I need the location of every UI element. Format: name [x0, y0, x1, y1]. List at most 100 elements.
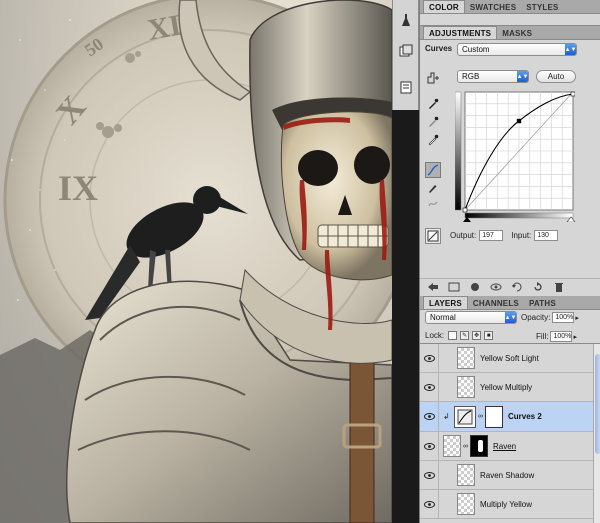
reset-icon[interactable] — [531, 281, 545, 293]
artwork-illustration: XII X IX 50 — [0, 0, 392, 523]
tab-paths[interactable]: PATHS — [524, 297, 561, 309]
chain-link-icon[interactable]: ∞ — [463, 443, 468, 450]
blend-mode-value: Normal — [430, 313, 456, 322]
chevron-updown-icon: ▲▼ — [517, 71, 528, 82]
chevron-updown-icon: ▲▼ — [565, 44, 576, 55]
layer-thumbnail — [457, 493, 475, 515]
return-to-list-icon[interactable] — [426, 281, 440, 293]
curves-header: Curves — [425, 44, 452, 53]
layer-mask-thumbnail[interactable] — [470, 435, 488, 457]
fill-row: Fill: 100% ▸ — [536, 331, 577, 342]
artwork-canvas[interactable]: XII X IX 50 — [0, 0, 392, 523]
tab-swatches[interactable]: SWATCHES — [465, 1, 521, 13]
eye-icon[interactable] — [420, 431, 439, 461]
brush-presets-icon[interactable] — [397, 12, 415, 30]
lock-all-icon[interactable]: ■ — [484, 331, 494, 340]
input-label: Input: — [511, 231, 532, 240]
layer-name: Yellow Soft Light — [480, 353, 539, 363]
tab-adjustments[interactable]: ADJUSTMENTS — [423, 26, 498, 39]
curves-title: Curves — [425, 44, 453, 53]
history-icon[interactable] — [397, 78, 415, 96]
layer-row[interactable]: Yellow Multiply — [420, 372, 593, 402]
curves-adjustment-icon — [454, 405, 476, 428]
on-image-adjust-icon[interactable] — [425, 70, 441, 86]
layer-mask-thumbnail[interactable] — [485, 405, 503, 428]
curves-preset-select[interactable]: Custom ▲▼ — [457, 43, 577, 56]
layer-row[interactable]: Raven Shadow — [420, 460, 593, 490]
curve-points-tool-icon[interactable] — [425, 162, 441, 178]
gray-eyedropper-icon[interactable] — [425, 114, 441, 130]
color-panel-collapsed — [420, 14, 600, 26]
lock-label: Lock: — [425, 331, 445, 340]
output-label: Output: — [450, 231, 477, 240]
white-eyedropper-icon[interactable] — [425, 132, 441, 148]
layer-name: Curves 2 — [508, 412, 542, 421]
layer-row-selected[interactable]: ↲ ∞ Curves 2 — [420, 401, 593, 432]
tab-color[interactable]: COLOR — [423, 0, 465, 13]
view-previous-state-icon[interactable] — [510, 281, 524, 293]
eye-icon[interactable] — [420, 372, 439, 402]
layer-row[interactable]: Multiply Yellow — [420, 489, 593, 519]
photoshop-window: XII X IX 50 COLOR SWATCHES STYLES ADJUST… — [0, 0, 600, 523]
chain-link-icon[interactable]: ∞ — [478, 413, 483, 420]
curve-control-point — [516, 118, 522, 124]
chevron-right-icon[interactable]: ▸ — [573, 333, 577, 341]
layer-name: Raven Shadow — [480, 470, 535, 480]
auto-button[interactable]: Auto — [536, 70, 576, 83]
blend-mode-select[interactable]: Normal ▲▼ — [425, 311, 517, 324]
layers-list: Yellow Soft Light Yellow Multiply ↲ ∞ Cu… — [420, 343, 600, 523]
layer-thumbnail — [457, 376, 475, 398]
eye-icon[interactable] — [420, 401, 439, 432]
visibility-toggle-icon[interactable] — [489, 281, 503, 293]
trash-icon[interactable] — [552, 281, 566, 293]
tab-layers[interactable]: LAYERS — [423, 296, 468, 309]
opacity-field[interactable]: 100% — [552, 312, 575, 323]
layer-name: Yellow Multiply — [480, 382, 533, 392]
black-eyedropper-icon[interactable] — [425, 96, 441, 112]
layer-thumbnail — [443, 435, 461, 457]
fill-label: Fill: — [536, 332, 549, 341]
layers-scrollbar[interactable] — [593, 344, 600, 523]
curves-preset-value: Custom — [462, 45, 490, 54]
layer-name: Multiply Yellow — [480, 499, 533, 509]
show-clipping-icon[interactable] — [425, 228, 441, 244]
opacity-label: Opacity: — [521, 313, 551, 322]
layer-name: Raven — [493, 441, 517, 451]
panels-dock: COLOR SWATCHES STYLES ADJUSTMENTS MASKS … — [419, 0, 600, 523]
expanded-view-icon[interactable] — [447, 281, 461, 293]
chevron-right-icon[interactable]: ▸ — [575, 314, 579, 322]
eye-icon[interactable] — [420, 489, 439, 519]
channel-select[interactable]: RGB ▲▼ — [457, 70, 529, 83]
input-field[interactable]: 130 — [534, 230, 559, 241]
lock-row: Lock: ✎ ✥ ■ — [425, 331, 494, 340]
fill-field[interactable]: 100% — [550, 331, 573, 342]
curves-graph[interactable] — [454, 90, 576, 223]
clock-numeral: IX — [58, 168, 98, 208]
chevron-updown-icon: ▲▼ — [505, 312, 516, 323]
layer-row[interactable]: ∞ Raven — [420, 431, 593, 461]
color-tab-group: COLOR SWATCHES STYLES — [420, 0, 600, 14]
scrollbar-thumb[interactable] — [595, 354, 600, 454]
channel-value: RGB — [462, 72, 480, 81]
output-field[interactable]: 197 — [479, 230, 504, 241]
tab-styles[interactable]: STYLES — [521, 1, 563, 13]
clone-source-icon[interactable] — [397, 42, 415, 60]
layers-tab-group: LAYERS CHANNELS PATHS — [420, 296, 600, 310]
eye-icon[interactable] — [420, 344, 439, 373]
pencil-draw-icon[interactable] — [425, 180, 441, 196]
tab-channels[interactable]: CHANNELS — [468, 297, 524, 309]
lock-image-icon[interactable]: ✎ — [460, 331, 470, 340]
output-row: Output: 197 Input: 130 — [450, 230, 559, 241]
lock-position-icon[interactable]: ✥ — [472, 331, 482, 340]
eye-icon[interactable] — [420, 460, 439, 490]
lock-transparency-icon[interactable] — [448, 331, 458, 340]
clip-to-layer-icon[interactable] — [468, 281, 482, 293]
layer-row[interactable]: Yellow Soft Light — [420, 344, 593, 373]
layer-thumbnail — [457, 347, 475, 369]
adjustments-tab-group: ADJUSTMENTS MASKS — [420, 26, 600, 40]
opacity-row: Opacity: 100% ▸ — [521, 312, 579, 323]
adjustments-footer — [420, 278, 600, 294]
tab-masks[interactable]: MASKS — [497, 27, 537, 39]
smooth-icon[interactable] — [425, 196, 441, 212]
panel-icon-strip — [392, 0, 419, 110]
